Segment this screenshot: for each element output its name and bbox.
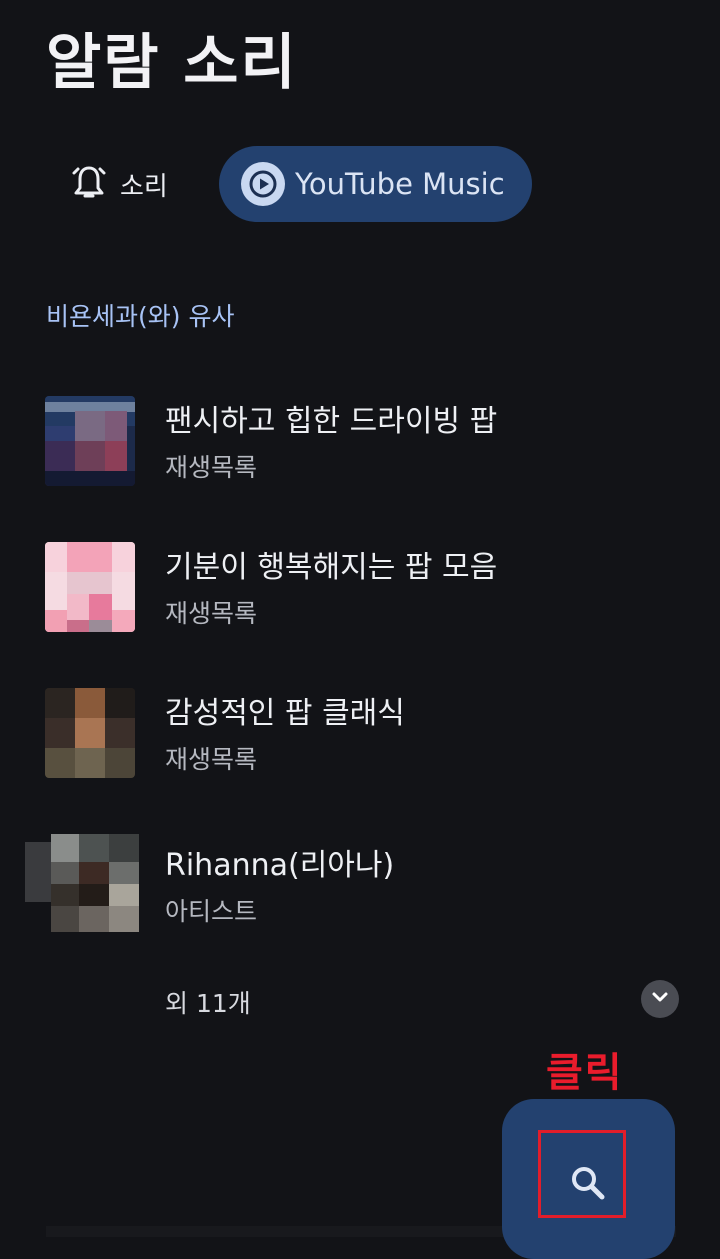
list-item-subtitle: 재생목록 (165, 599, 258, 628)
list-item[interactable]: Rihanna(리아나) 아티스트 (0, 834, 720, 944)
list-item-subtitle: 재생목록 (165, 745, 258, 774)
list-item-thumbnail (45, 688, 135, 778)
source-tabs: 소리 YouTube Music (48, 146, 532, 222)
more-count-label: 외 11개 (165, 989, 251, 1018)
page-title: 알람 소리 (46, 28, 298, 98)
annotation-click-label: 클릭 (546, 1050, 624, 1096)
list-item-thumbnail (45, 396, 135, 486)
list-item-avatar (25, 834, 139, 932)
list-item[interactable]: 감성적인 팝 클래식 재생목록 (0, 688, 720, 798)
list-item-title: 팬시하고 힙한 드라이빙 팝 (165, 404, 498, 439)
list-item-subtitle: 아티스트 (165, 897, 258, 926)
list-item-title: 감성적인 팝 클래식 (165, 696, 405, 731)
search-icon[interactable] (566, 1161, 610, 1205)
section-header: 비욘세과(와) 유사 (46, 302, 235, 331)
list-item[interactable]: 기분이 행복해지는 팝 모음 재생목록 (0, 542, 720, 652)
list-item-thumbnail (45, 542, 135, 632)
tab-youtube-music[interactable]: YouTube Music (219, 146, 532, 222)
bell-icon (70, 162, 108, 206)
play-circle-icon (241, 162, 285, 206)
expand-button[interactable] (641, 980, 679, 1018)
list-item-title: 기분이 행복해지는 팝 모음 (165, 550, 498, 585)
more-row[interactable]: 외 11개 (0, 978, 720, 1028)
tab-sound-label: 소리 (120, 171, 168, 202)
list-item-title: Rihanna(리아나) (165, 848, 395, 883)
list-item[interactable]: 팬시하고 힙한 드라이빙 팝 재생목록 (0, 396, 720, 506)
list-item-subtitle: 재생목록 (165, 453, 258, 482)
tab-youtube-music-label: YouTube Music (295, 167, 505, 201)
chevron-down-icon (649, 986, 671, 1012)
tab-sound[interactable]: 소리 (48, 146, 190, 222)
